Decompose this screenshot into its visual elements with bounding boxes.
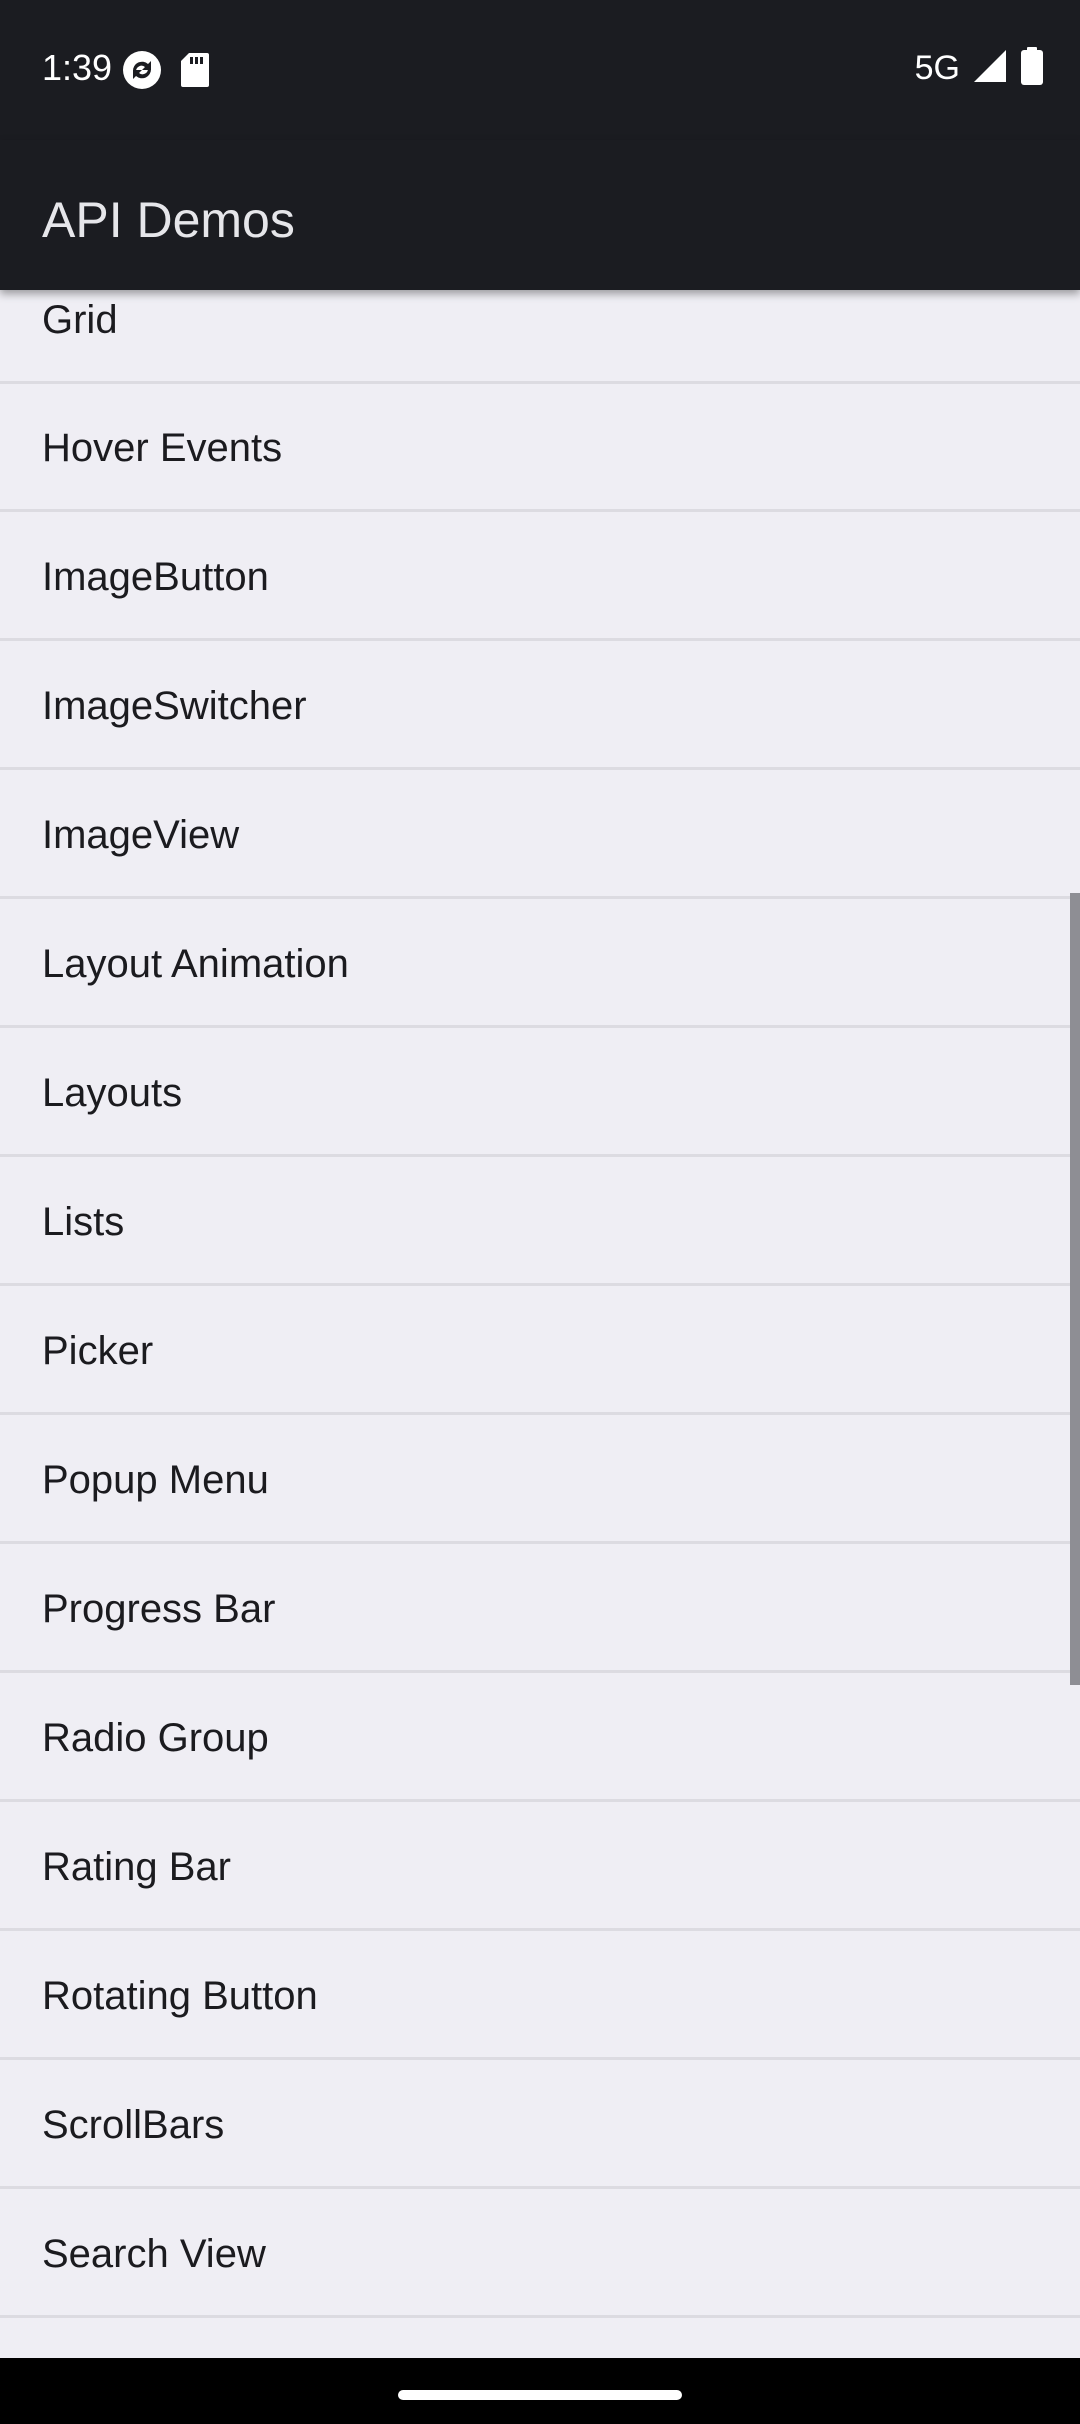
list-item[interactable]: Grid	[0, 290, 1080, 384]
list-item-label: Layouts	[42, 1071, 183, 1115]
list-item-label: Radio Group	[42, 1716, 269, 1760]
list-item[interactable]: Popup Menu	[0, 1416, 1080, 1544]
list-item[interactable]: Rotating Button	[0, 1932, 1080, 2060]
list-item[interactable]: Radio Group	[0, 1674, 1080, 1802]
list-item[interactable]: Hover Events	[0, 384, 1080, 512]
list-item-label: ScrollBars	[42, 2103, 225, 2147]
sync-icon	[122, 50, 162, 95]
list-item[interactable]: Layouts	[0, 1029, 1080, 1157]
list-item-label: Lists	[42, 1200, 125, 1244]
list-item[interactable]: ImageButton	[0, 513, 1080, 641]
list-item-label: ImageSwitcher	[42, 684, 307, 728]
list-item[interactable]: Rating Bar	[0, 1803, 1080, 1931]
list-item-label: ImageView	[42, 813, 240, 857]
list-item-label: Rating Bar	[42, 1845, 231, 1889]
signal-icon	[972, 48, 1008, 89]
list-item[interactable]: Layout Animation	[0, 900, 1080, 1028]
sd-card-icon	[180, 52, 210, 93]
list-item-label: Hover Events	[42, 426, 283, 470]
status-bar: 1:39 5G	[0, 0, 1080, 140]
network-type: 5G	[914, 49, 960, 87]
battery-icon	[1020, 46, 1044, 90]
scrollbar[interactable]	[1070, 893, 1080, 1685]
list-item-label: ImageButton	[42, 555, 269, 599]
status-left-icons	[122, 50, 210, 95]
demo-list[interactable]: Grid Hover Events ImageButton ImageSwitc…	[0, 290, 1080, 2358]
status-right: 5G	[915, 46, 1044, 90]
status-time: 1:39	[42, 47, 113, 88]
list-item[interactable]	[0, 2319, 1080, 2358]
list-item[interactable]: Search View	[0, 2190, 1080, 2318]
list-item[interactable]: Progress Bar	[0, 1545, 1080, 1673]
gesture-handle[interactable]	[398, 2390, 682, 2400]
list-item[interactable]: ScrollBars	[0, 2061, 1080, 2189]
list-item[interactable]: ImageSwitcher	[0, 642, 1080, 770]
list-item-label: Layout Animation	[42, 942, 349, 986]
list-item-label: Popup Menu	[42, 1458, 269, 1502]
list-item-label: Rotating Button	[42, 1974, 318, 2018]
list-item-label: Search View	[42, 2232, 266, 2276]
list-item[interactable]: ImageView	[0, 771, 1080, 899]
navigation-bar	[0, 2358, 1080, 2424]
list-item[interactable]: Picker	[0, 1287, 1080, 1415]
app-title: API Demos	[42, 192, 295, 248]
app-bar: API Demos	[0, 140, 1080, 290]
list-item-label: Grid	[42, 298, 118, 342]
list-item[interactable]: Lists	[0, 1158, 1080, 1286]
screen: 1:39 5G API Demos Grid Hover Events Imag…	[0, 0, 1080, 2424]
list-item-label: Progress Bar	[42, 1587, 276, 1631]
list-item-label: Picker	[42, 1329, 154, 1373]
